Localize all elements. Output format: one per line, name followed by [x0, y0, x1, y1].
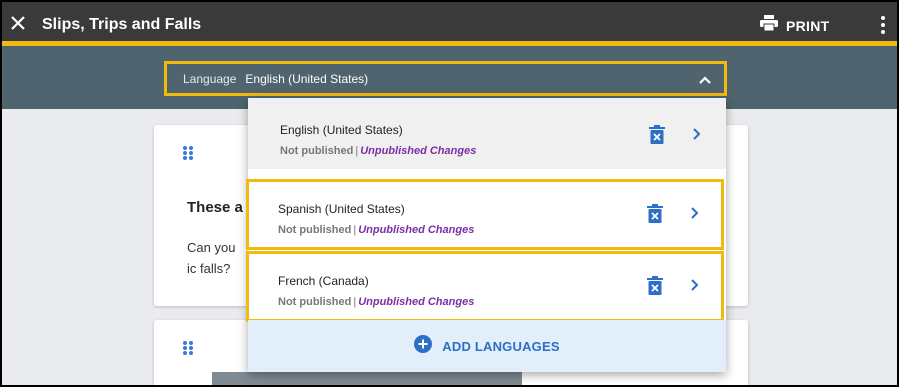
- card-text: Can you ic falls?: [187, 240, 236, 276]
- chevron-right-icon[interactable]: [689, 278, 701, 292]
- language-option-name: English (United States): [280, 123, 403, 137]
- language-dropdown: English (United States) Not published | Un…: [246, 98, 726, 372]
- top-bar: Slips, Trips and Falls PRINT: [2, 2, 897, 46]
- drag-handle-icon[interactable]: [182, 340, 194, 356]
- add-languages-button[interactable]: ADD LANGUAGES: [248, 320, 726, 372]
- chevron-right-icon[interactable]: [689, 206, 701, 220]
- changes-status: Unpublished Changes: [358, 224, 475, 236]
- publish-status: Not published: [278, 296, 352, 308]
- language-option[interactable]: French (Canada) Not published | Unpublishe…: [246, 251, 724, 322]
- chevron-up-icon: [698, 73, 712, 87]
- language-option-name: Spanish (United States): [278, 202, 405, 216]
- add-languages-label: ADD LANGUAGES: [442, 338, 560, 354]
- language-selected-value: English (United States): [245, 71, 369, 86]
- language-select[interactable]: Language English (United States): [164, 61, 727, 96]
- chevron-right-icon[interactable]: [691, 127, 703, 141]
- more-vertical-icon[interactable]: [876, 14, 890, 36]
- delete-icon[interactable]: [647, 204, 663, 223]
- language-option-name: French (Canada): [278, 274, 369, 288]
- page-title: Slips, Trips and Falls: [42, 16, 202, 33]
- language-label: Language: [183, 71, 237, 86]
- changes-status: Unpublished Changes: [358, 296, 475, 308]
- app-frame: Slips, Trips and Falls PRINT Language En…: [2, 2, 897, 385]
- language-option-status: Not published | Unpublished Changes: [280, 145, 476, 157]
- language-option-status: Not published | Unpublished Changes: [278, 224, 474, 236]
- close-icon[interactable]: [8, 13, 28, 33]
- printer-icon: [760, 15, 778, 36]
- drag-handle-icon[interactable]: [182, 145, 194, 161]
- language-option[interactable]: English (United States) Not published | Un…: [248, 98, 726, 169]
- language-option[interactable]: Spanish (United States) Not published | Un…: [246, 179, 724, 250]
- publish-status: Not published: [280, 145, 354, 157]
- card-image: [212, 372, 522, 385]
- status-separator: |: [353, 224, 357, 236]
- publish-status: Not published: [278, 224, 352, 236]
- language-option-status: Not published | Unpublished Changes: [278, 296, 474, 308]
- delete-icon[interactable]: [649, 125, 665, 144]
- card-heading: These a: [187, 199, 243, 216]
- print-button[interactable]: PRINT: [760, 15, 830, 36]
- changes-status: Unpublished Changes: [360, 145, 477, 157]
- delete-icon[interactable]: [647, 276, 663, 295]
- status-separator: |: [355, 145, 359, 157]
- status-separator: |: [353, 296, 357, 308]
- add-circle-icon: [414, 334, 433, 358]
- print-label: PRINT: [786, 17, 830, 34]
